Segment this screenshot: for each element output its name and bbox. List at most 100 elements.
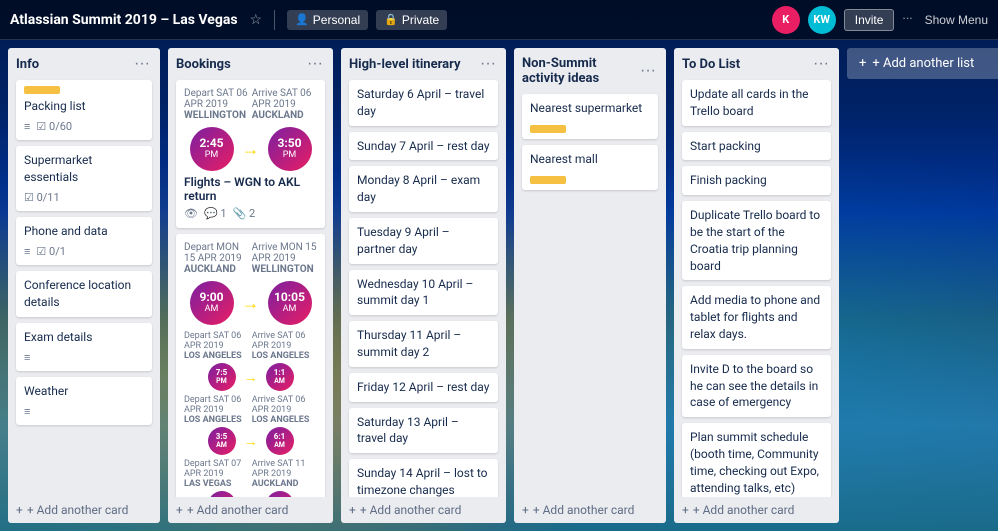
card-title: Phone and data <box>24 223 144 240</box>
column-itinerary-body: Saturday 6 April – travel day Sunday 7 A… <box>341 76 506 497</box>
column-info-body: Packing list ≡ ☑ 0/60 Supermarket essent… <box>8 76 160 497</box>
card-itin-6[interactable]: Friday 12 April – rest day <box>349 373 498 402</box>
plus-icon: + <box>16 503 23 517</box>
small-flight-header2: Depart SAT 06 APR 2019LOS ANGELES Arrive… <box>184 395 317 425</box>
small-circle1a: 7:5PM <box>208 363 236 391</box>
card-todo-5[interactable]: Invite D to the board so he can see the … <box>682 355 831 417</box>
card-title: Nearest supermarket <box>530 100 650 117</box>
attach-icon: 📎 2 <box>233 207 256 220</box>
flight2-depart-time: 9:00 AM <box>190 281 234 325</box>
add-card-non-summit[interactable]: + + Add another card <box>514 497 666 523</box>
check-badge: ☑ 0/11 <box>24 190 60 205</box>
column-bookings-body: Depart SAT 06 APR 2019WELLINGTON Arrive … <box>168 76 333 497</box>
column-todo-title: To Do List <box>682 57 811 72</box>
card-itin-5[interactable]: Thursday 11 April – summit day 2 <box>349 321 498 367</box>
column-info: Info ··· Packing list ≡ ☑ 0/60 Supermark… <box>8 48 160 523</box>
column-non-summit-menu[interactable]: ··· <box>638 63 658 79</box>
column-todo-menu[interactable]: ··· <box>811 56 831 72</box>
card-itin-2[interactable]: Monday 8 April – exam day <box>349 166 498 212</box>
flight1-arrive-time: 3:50 PM <box>268 127 312 171</box>
plus-icon: + <box>349 503 356 517</box>
card-mall-nearest[interactable]: Nearest mall <box>522 145 658 190</box>
add-card-itinerary[interactable]: + + Add another card <box>341 497 506 523</box>
column-todo-header: To Do List ··· <box>674 48 839 76</box>
add-card-todo[interactable]: + + Add another card <box>674 497 839 523</box>
card-itin-3[interactable]: Tuesday 9 April – partner day <box>349 218 498 264</box>
column-bookings-title: Bookings <box>176 57 305 72</box>
flight1-badges: 👁 💬 1 📎 2 <box>184 207 317 220</box>
card-badges: ≡ ☑ 0/60 <box>24 119 144 134</box>
small-circle2a: 3:5AM <box>208 427 236 455</box>
card-weather[interactable]: Weather ≡ <box>16 377 152 425</box>
flight2-header: Depart MON 15 APR 2019AUCKLAND Arrive MO… <box>184 242 317 275</box>
small-circle2b: 6:1AM <box>266 427 294 455</box>
card-title: Weather <box>24 383 144 400</box>
card-phone-data[interactable]: Phone and data ≡ ☑ 0/1 <box>16 217 152 265</box>
show-menu-button[interactable]: Show Menu <box>925 13 988 27</box>
small-flights: Depart SAT 06 APR 2019LOS ANGELES Arrive… <box>184 331 317 497</box>
card-itin-7[interactable]: Saturday 13 April – travel day <box>349 408 498 454</box>
column-non-summit-title: Non-Summit activity ideas <box>522 56 638 86</box>
add-list-button[interactable]: + + Add another list <box>847 48 998 79</box>
card-itin-4[interactable]: Wednesday 10 April – summit day 1 <box>349 270 498 316</box>
header-right: K KW Invite ··· Show Menu <box>772 6 988 34</box>
column-info-title: Info <box>16 57 132 72</box>
card-badges: ≡ <box>24 404 144 419</box>
column-info-header: Info ··· <box>8 48 160 76</box>
column-non-summit: Non-Summit activity ideas ··· Nearest su… <box>514 48 666 523</box>
card-flight-wgn-akl[interactable]: Depart SAT 06 APR 2019WELLINGTON Arrive … <box>176 80 325 228</box>
column-bookings-menu[interactable]: ··· <box>305 56 325 72</box>
card-todo-0[interactable]: Update all cards in the Trello board <box>682 80 831 126</box>
flight2-arrive-label: Arrive MON 15 APR 2019WELLINGTON <box>252 242 317 275</box>
card-supermarket[interactable]: Supermarket essentials ☑ 0/11 <box>16 146 152 211</box>
check-badge: ☑ 0/1 <box>36 244 66 259</box>
small-times1: 7:5PM → 1:1AM <box>184 363 317 391</box>
card-itin-0[interactable]: Saturday 6 April – travel day <box>349 80 498 126</box>
plus-icon: + <box>522 503 529 517</box>
flight1-title: Flights – WGN to AKL return <box>184 175 317 203</box>
column-bookings-header: Bookings ··· <box>168 48 333 76</box>
card-flight-akl-la-lv[interactable]: Depart MON 15 APR 2019AUCKLAND Arrive MO… <box>176 234 325 497</box>
card-todo-2[interactable]: Finish packing <box>682 166 831 195</box>
plus-icon: + <box>176 503 183 517</box>
column-itinerary-header: High-level itinerary ··· <box>341 48 506 76</box>
card-title: Nearest mall <box>530 151 650 168</box>
comment-icon: 💬 1 <box>204 207 227 220</box>
small-flight-header1: Depart SAT 06 APR 2019LOS ANGELES Arrive… <box>184 331 317 361</box>
card-conference[interactable]: Conference location details <box>16 271 152 317</box>
plus-icon: + <box>682 503 689 517</box>
personal-button[interactable]: 👤 Personal <box>287 10 368 30</box>
avatar-kw[interactable]: KW <box>808 6 836 34</box>
card-todo-1[interactable]: Start packing <box>682 132 831 161</box>
desc-icon: ≡ <box>24 350 30 365</box>
add-card-bookings[interactable]: + + Add another card <box>168 497 333 523</box>
card-supermarket-nearest[interactable]: Nearest supermarket <box>522 94 658 139</box>
column-todo-body: Update all cards in the Trello board Sta… <box>674 76 839 497</box>
column-itinerary-title: High-level itinerary <box>349 57 478 72</box>
invite-button[interactable]: Invite <box>844 9 895 31</box>
flight2-times: 9:00 AM → 10:05 AM <box>184 281 317 325</box>
card-itin-1[interactable]: Sunday 7 April – rest day <box>349 132 498 161</box>
card-title: Supermarket essentials <box>24 152 144 186</box>
flight1-header: Depart SAT 06 APR 2019WELLINGTON Arrive … <box>184 88 317 121</box>
flight1-depart-label: Depart SAT 06 APR 2019WELLINGTON <box>184 88 252 121</box>
add-card-info[interactable]: + + Add another card <box>8 497 160 523</box>
card-exam[interactable]: Exam details ≡ <box>16 323 152 371</box>
card-todo-6[interactable]: Plan summit schedule (booth time, Commun… <box>682 423 831 497</box>
card-todo-4[interactable]: Add media to phone and tablet for flight… <box>682 286 831 348</box>
arrow2: → <box>244 433 258 450</box>
card-title: Exam details <box>24 329 144 346</box>
lock-icon: 🔒 <box>384 13 398 26</box>
card-itin-8[interactable]: Sunday 14 April – lost to timezone chang… <box>349 459 498 497</box>
column-info-menu[interactable]: ··· <box>132 56 152 72</box>
avatar-k[interactable]: K <box>772 6 800 34</box>
star-icon[interactable]: ☆ <box>250 12 263 28</box>
card-title: Conference location details <box>24 277 144 311</box>
flight2-depart-label: Depart MON 15 APR 2019AUCKLAND <box>184 242 252 275</box>
flight1-times: 2:45 PM → 3:50 PM <box>184 127 317 171</box>
card-packing-list[interactable]: Packing list ≡ ☑ 0/60 <box>16 80 152 140</box>
label <box>530 176 566 184</box>
private-button[interactable]: 🔒 Private <box>376 10 447 30</box>
column-itinerary-menu[interactable]: ··· <box>478 56 498 72</box>
card-todo-3[interactable]: Duplicate Trello board to be the start o… <box>682 201 831 280</box>
